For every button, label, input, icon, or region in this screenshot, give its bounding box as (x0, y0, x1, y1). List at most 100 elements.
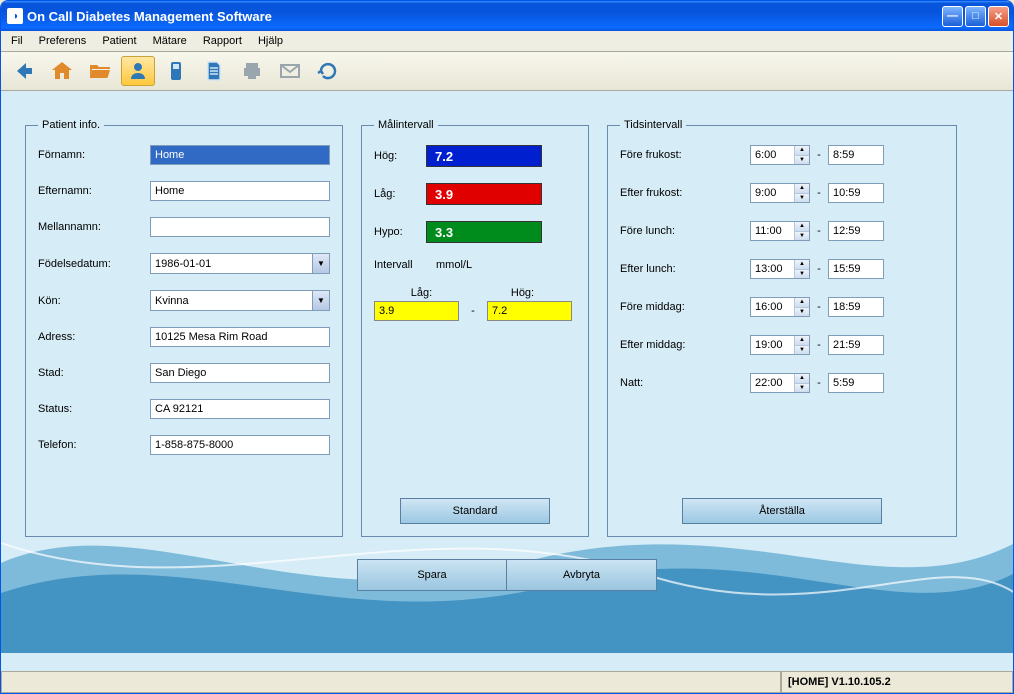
range-dash: - (459, 305, 487, 317)
save-button[interactable]: Spara (357, 559, 507, 591)
input-efter-frukost-to[interactable]: 10:59 (828, 183, 884, 203)
spin-down-icon[interactable]: ▼ (795, 308, 809, 317)
target-range-group: Målintervall Hög: 7.2 Låg: 3.9 Hypo: 3.3… (361, 119, 589, 537)
input-mellannamn[interactable] (150, 217, 330, 237)
label-efternamn: Efternamn: (38, 185, 150, 197)
label-hog2: Hög: (469, 287, 576, 299)
cancel-button[interactable]: Avbryta (507, 559, 657, 591)
document-icon (202, 59, 226, 83)
target-range-legend: Målintervall (374, 119, 438, 131)
menu-preferens[interactable]: Preferens (33, 33, 93, 49)
spin-up-icon[interactable]: ▲ (795, 336, 809, 346)
statusbar: [HOME] V1.10.105.2 (1, 671, 1013, 693)
standard-button[interactable]: Standard (400, 498, 550, 524)
label-stad: Stad: (38, 367, 150, 379)
status-cell-left (1, 672, 781, 693)
toolbar (1, 52, 1013, 91)
input-fornamn[interactable] (150, 145, 330, 165)
input-natt-to[interactable]: 5:59 (828, 373, 884, 393)
toolbar-back-button[interactable] (7, 56, 41, 86)
spin-down-icon[interactable]: ▼ (795, 384, 809, 393)
label-mellannamn: Mellannamn: (38, 221, 150, 233)
input-efter-middag-to[interactable]: 21:59 (828, 335, 884, 355)
value-lag: 3.9 (426, 183, 542, 205)
label-kon: Kön: (38, 295, 150, 307)
time-interval-legend: Tidsintervall (620, 119, 686, 131)
toolbar-meter-button[interactable] (159, 56, 193, 86)
input-telefon[interactable] (150, 435, 330, 455)
titlebar: ◑ On Call Diabetes Management Software —… (1, 1, 1013, 31)
spin-up-icon[interactable]: ▲ (795, 260, 809, 270)
spin-efter-lunch-from[interactable]: 13:00▲▼ (750, 259, 810, 279)
spin-down-icon[interactable]: ▼ (795, 232, 809, 241)
mail-icon (278, 59, 302, 83)
spin-down-icon[interactable]: ▼ (795, 346, 809, 355)
input-stad[interactable] (150, 363, 330, 383)
label-efter-lunch: Efter lunch: (620, 263, 750, 275)
input-status[interactable] (150, 399, 330, 419)
label-adress: Adress: (38, 331, 150, 343)
input-kon[interactable]: Kvinna ▼ (150, 290, 330, 311)
toolbar-patient-button[interactable] (121, 56, 155, 86)
folder-open-icon (88, 59, 112, 83)
input-fore-frukost-to[interactable]: 8:59 (828, 145, 884, 165)
patient-info-group: Patient info. Förnamn: Efternamn: Mellan… (25, 119, 343, 537)
spin-up-icon[interactable]: ▲ (795, 146, 809, 156)
menu-fil[interactable]: Fil (5, 33, 29, 49)
toolbar-refresh-button[interactable] (311, 56, 345, 86)
action-row: Spara Avbryta (1, 559, 1013, 591)
input-fore-lunch-to[interactable]: 12:59 (828, 221, 884, 241)
label-unit: mmol/L (436, 259, 472, 271)
menu-hjalp[interactable]: Hjälp (252, 33, 289, 49)
spin-up-icon[interactable]: ▲ (795, 374, 809, 384)
label-intervall: Intervall (374, 259, 426, 271)
toolbar-print-button[interactable] (235, 56, 269, 86)
label-fore-middag: Före middag: (620, 301, 750, 313)
menu-matare[interactable]: Mätare (147, 33, 193, 49)
spin-fore-middag-from[interactable]: 16:00▲▼ (750, 297, 810, 317)
device-icon (164, 59, 188, 83)
label-lag: Låg: (374, 188, 426, 200)
reset-button[interactable]: Återställa (682, 498, 882, 524)
spin-efter-middag-from[interactable]: 19:00▲▼ (750, 335, 810, 355)
status-version: [HOME] V1.10.105.2 (781, 672, 1013, 693)
spin-up-icon[interactable]: ▲ (795, 184, 809, 194)
menu-rapport[interactable]: Rapport (197, 33, 248, 49)
input-range-high[interactable]: 7.2 (487, 301, 572, 321)
toolbar-open-button[interactable] (83, 56, 117, 86)
spin-natt-from[interactable]: 22:00▲▼ (750, 373, 810, 393)
toolbar-report-button[interactable] (197, 56, 231, 86)
spin-fore-lunch-from[interactable]: 11:00▲▼ (750, 221, 810, 241)
close-button[interactable]: ✕ (988, 6, 1009, 27)
spin-down-icon[interactable]: ▼ (795, 194, 809, 203)
value-kon: Kvinna (155, 295, 189, 307)
maximize-button[interactable]: □ (965, 6, 986, 27)
value-hypo: 3.3 (426, 221, 542, 243)
input-fodelsedatum[interactable]: 1986-01-01 ▼ (150, 253, 330, 274)
spin-fore-frukost-from[interactable]: 6:00▲▼ (750, 145, 810, 165)
toolbar-mail-button[interactable] (273, 56, 307, 86)
label-fodelsedatum: Födelsedatum: (38, 258, 150, 270)
label-hog: Hög: (374, 150, 426, 162)
input-efternamn[interactable] (150, 181, 330, 201)
printer-icon (240, 59, 264, 83)
patient-info-legend: Patient info. (38, 119, 104, 131)
label-hypo: Hypo: (374, 226, 426, 238)
input-efter-lunch-to[interactable]: 15:59 (828, 259, 884, 279)
label-fore-lunch: Före lunch: (620, 225, 750, 237)
value-hog: 7.2 (426, 145, 542, 167)
label-fornamn: Förnamn: (38, 149, 150, 161)
minimize-button[interactable]: — (942, 6, 963, 27)
label-fore-frukost: Före frukost: (620, 149, 750, 161)
toolbar-home-button[interactable] (45, 56, 79, 86)
spin-down-icon[interactable]: ▼ (795, 156, 809, 165)
spin-up-icon[interactable]: ▲ (795, 222, 809, 232)
spin-up-icon[interactable]: ▲ (795, 298, 809, 308)
spin-down-icon[interactable]: ▼ (795, 270, 809, 279)
input-fore-middag-to[interactable]: 18:59 (828, 297, 884, 317)
spin-efter-frukost-from[interactable]: 9:00▲▼ (750, 183, 810, 203)
home-icon (50, 59, 74, 83)
input-range-low[interactable]: 3.9 (374, 301, 459, 321)
menu-patient[interactable]: Patient (96, 33, 142, 49)
input-adress[interactable] (150, 327, 330, 347)
